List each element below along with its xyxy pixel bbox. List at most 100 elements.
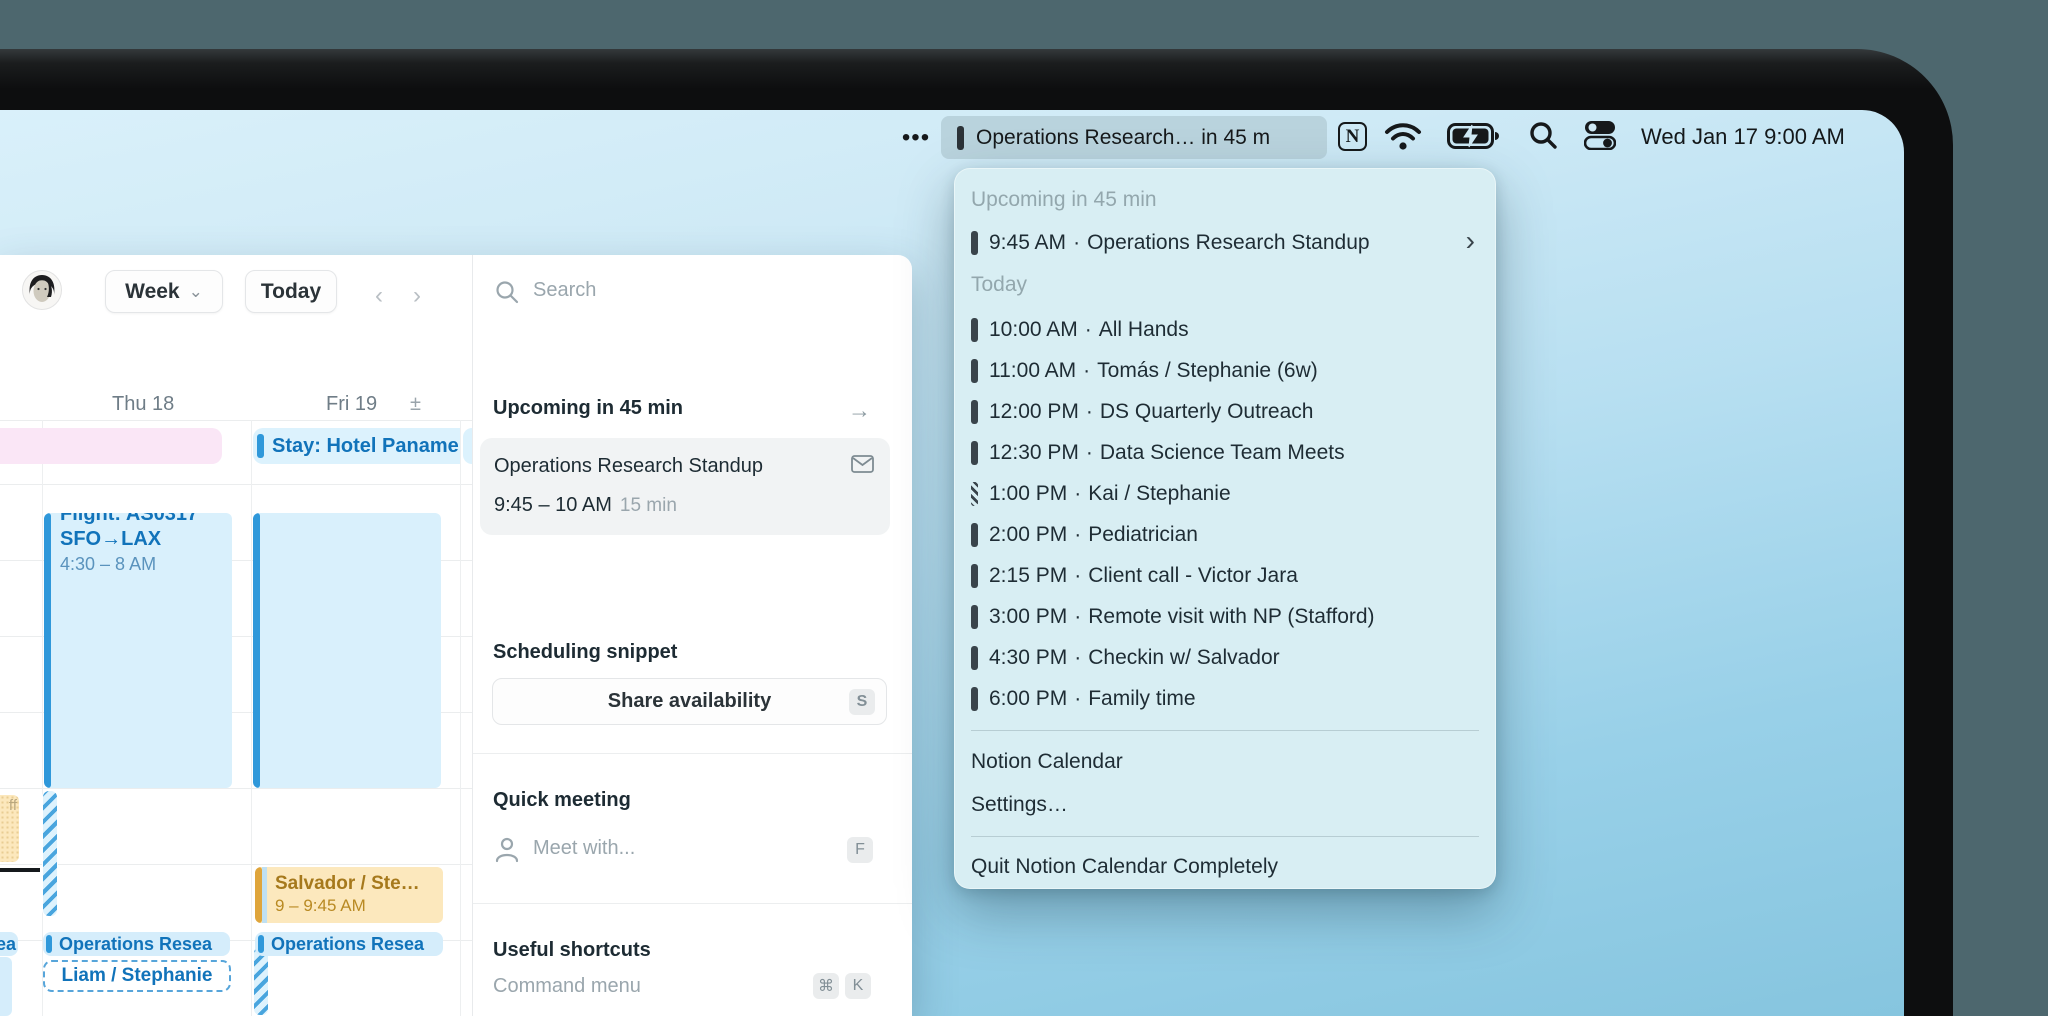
event-time: 9:45 AM — [989, 231, 1067, 254]
event-row[interactable]: 6:00 PM · Family time — [955, 684, 1495, 714]
event-color-bar-icon — [971, 605, 978, 629]
menu-item-settings[interactable]: Settings… — [971, 790, 1068, 820]
event-row[interactable]: 12:30 PM · Data Science Team Meets — [955, 438, 1495, 468]
event-ops-wed-clipped[interactable]: ea — [0, 932, 18, 956]
event-time: 11:00 AM — [989, 359, 1077, 382]
share-availability-button[interactable]: Share availability S — [492, 678, 887, 725]
allday-event-sliver[interactable] — [463, 428, 472, 464]
event-time: 2:15 PM — [989, 564, 1068, 587]
menu-item-open-app[interactable]: Notion Calendar — [971, 747, 1123, 777]
wifi-icon[interactable] — [1384, 120, 1422, 152]
menubar-clock[interactable]: Wed Jan 17 9:00 AM — [1641, 124, 1845, 150]
upcoming-event-card[interactable]: Operations Research Standup 9:45 – 10 AM… — [480, 438, 890, 535]
event-color-bar-icon — [971, 318, 978, 342]
event-time: 4:30 PM — [989, 646, 1068, 669]
shortcut-key-s: S — [849, 689, 875, 715]
event-row[interactable]: 11:00 AM · Tomás / Stephanie (6w) — [955, 356, 1495, 386]
event-flight[interactable]: Flight: AS0317 SFO→LAX 4:30 – 8 AM — [44, 513, 232, 788]
event-title: Checkin w/ Salvador — [1088, 646, 1280, 669]
day-header-thu[interactable]: Thu 18 — [112, 393, 174, 416]
separator: · — [1074, 523, 1082, 546]
email-icon[interactable] — [851, 455, 874, 473]
event-liam-stephanie[interactable]: Liam / Stephanie — [43, 960, 231, 992]
prev-week-button[interactable]: ‹ — [375, 282, 383, 310]
menu-divider — [971, 730, 1479, 731]
day-header-fri[interactable]: Fri 19 — [326, 393, 377, 416]
event-tentative-fri[interactable] — [253, 946, 269, 1016]
search-menubar-icon[interactable] — [1528, 120, 1558, 150]
event-time: 6:00 PM — [989, 687, 1068, 710]
view-selector-button[interactable]: Week ⌄ — [105, 270, 223, 313]
event-time: 1:00 PM — [989, 482, 1068, 505]
event-color-bar-icon — [971, 441, 978, 465]
event-title: Data Science Team Meets — [1099, 441, 1345, 464]
event-color-bar-icon — [971, 359, 978, 383]
event-color-bar-icon — [971, 687, 978, 711]
event-fri-morning[interactable] — [253, 513, 441, 788]
next-week-button[interactable]: › — [413, 282, 421, 310]
event-time: 12:00 PM — [989, 400, 1079, 423]
notion-menubar-icon[interactable]: N — [1338, 122, 1367, 151]
column-divider — [460, 420, 461, 1016]
event-row[interactable]: 1:00 PM · Kai / Stephanie — [955, 479, 1495, 509]
notion-calendar-menubar-dropdown: Upcoming in 45 min 9:45 AM · Operations … — [954, 168, 1496, 889]
section-divider — [473, 903, 912, 904]
avatar[interactable] — [22, 270, 62, 310]
allday-event-label: Stay: Hotel Panamer — [272, 434, 460, 457]
event-ops-fri[interactable]: Operations Resea — [255, 932, 443, 956]
event-route: SFO→LAX — [60, 528, 162, 550]
screen: ••• Operations Research… in 45 m N Wed J… — [0, 110, 1904, 1016]
view-selector-label: Week — [125, 279, 180, 303]
separator: · — [1085, 441, 1093, 464]
event-title: Operations Resea — [271, 933, 425, 954]
event-row[interactable]: 10:00 AM · All Hands — [955, 315, 1495, 345]
menubar-overflow-icon[interactable]: ••• — [893, 124, 939, 152]
event-tentative-thu[interactable] — [42, 790, 58, 917]
event-color-bar-icon — [971, 231, 978, 255]
event-row[interactable]: 2:15 PM · Client call - Victor Jara — [955, 561, 1495, 591]
event-blue-wed-clipped[interactable] — [0, 957, 12, 1016]
upcoming-header: Upcoming in 45 min — [493, 397, 684, 419]
event-color-bar-striped-icon — [971, 482, 978, 506]
meet-with-input[interactable] — [533, 837, 793, 860]
arrow-right-icon[interactable]: → — [848, 397, 871, 424]
event-title: Flight: AS0317 — [60, 513, 199, 525]
event-salvador[interactable]: Salvador / Ste… 9 – 9:45 AM — [255, 867, 443, 923]
event-ops-thu[interactable]: Operations Resea — [43, 932, 230, 956]
next-event-row[interactable]: 9:45 AM · Operations Research Standup › — [955, 226, 1495, 258]
battery-charging-icon[interactable] — [1447, 122, 1499, 150]
person-icon — [495, 837, 519, 863]
command-menu-label[interactable]: Command menu — [493, 975, 641, 998]
scheduling-snippet-header: Scheduling snippet — [493, 641, 678, 663]
upcoming-event-time: 9:45 – 10 AM 15 min — [494, 494, 677, 516]
expand-allday-icon[interactable]: ± — [410, 393, 421, 416]
menu-item-quit[interactable]: Quit Notion Calendar Completely — [971, 852, 1278, 882]
event-yellow-wed-clipped[interactable]: ff — [0, 795, 19, 862]
event-color-bar-icon — [971, 646, 978, 670]
separator: · — [1074, 646, 1082, 669]
allday-event-stay[interactable]: Stay: Hotel Panamer — [253, 428, 460, 464]
event-row[interactable]: 4:30 PM · Checkin w/ Salvador — [955, 643, 1495, 673]
event-row[interactable]: 3:00 PM · Remote visit with NP (Stafford… — [955, 602, 1495, 632]
event-title: Salvador / Ste… — [275, 873, 420, 894]
control-center-icon[interactable] — [1584, 120, 1616, 150]
separator: · — [1073, 231, 1081, 254]
event-color-bar-icon — [957, 125, 964, 150]
event-title: Family time — [1088, 687, 1196, 710]
grid-line — [0, 788, 472, 789]
column-divider — [42, 420, 43, 1016]
event-color-bar-icon — [253, 513, 260, 788]
event-overlap-stripe — [262, 867, 267, 923]
event-title: Tomás / Stephanie (6w) — [1097, 359, 1318, 382]
menubar-notion-calendar-status[interactable]: Operations Research… in 45 m — [941, 116, 1327, 159]
today-button[interactable]: Today — [245, 270, 337, 313]
allday-event-pink[interactable] — [0, 428, 222, 464]
grid-line — [0, 420, 472, 421]
event-row[interactable]: 12:00 PM · DS Quarterly Outreach — [955, 397, 1495, 427]
event-color-bar-icon — [44, 513, 51, 788]
event-row[interactable]: 2:00 PM · Pediatrician — [955, 520, 1495, 550]
event-time: 10:00 AM — [989, 318, 1078, 341]
menubar-status-label: Operations Research… in 45 m — [976, 125, 1271, 149]
search-input[interactable] — [533, 279, 833, 302]
section-divider — [473, 753, 912, 754]
